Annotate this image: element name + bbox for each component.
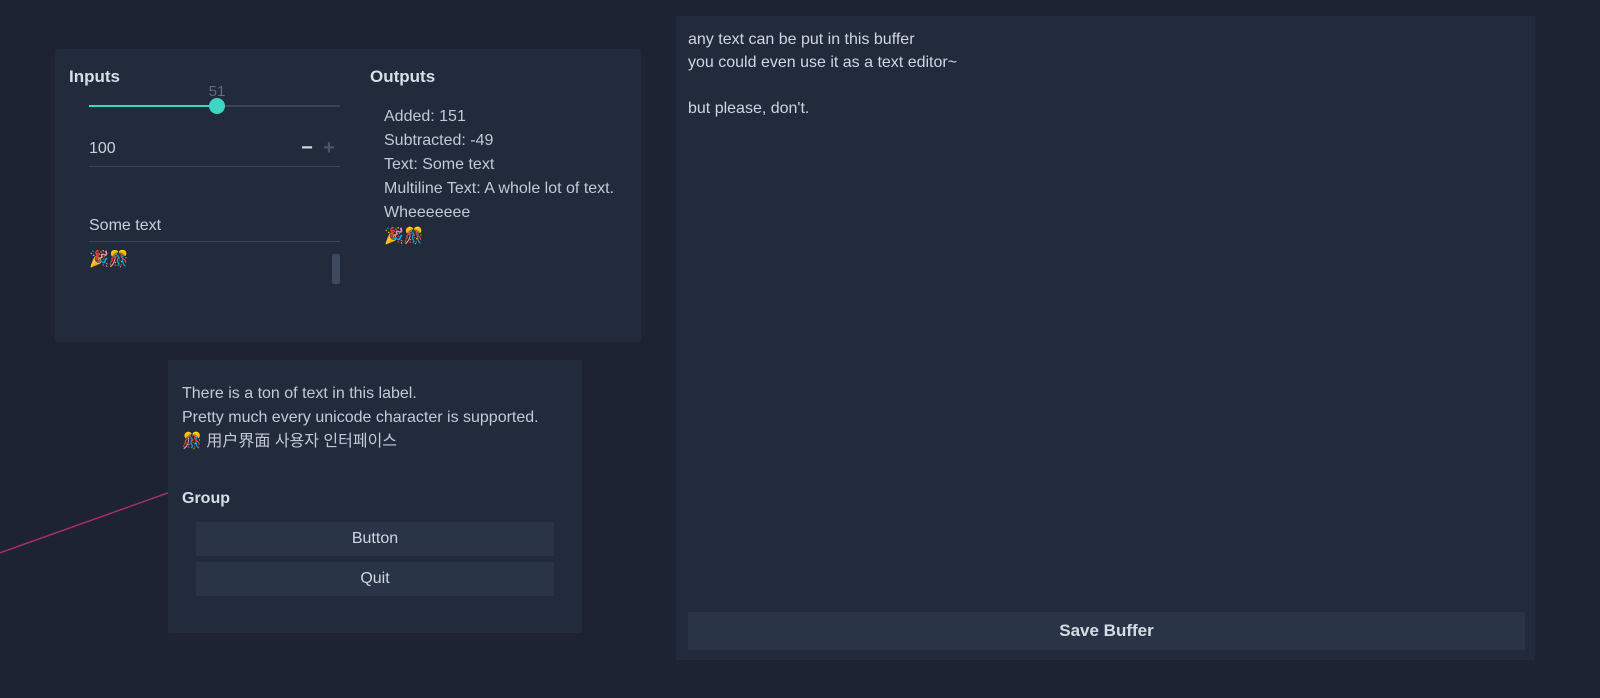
text-input-wrap bbox=[89, 217, 340, 242]
io-panel: Inputs 51 − + Outputs Added: 151 Subtrac… bbox=[55, 49, 641, 342]
output-line: Subtracted: -49 bbox=[384, 129, 627, 153]
button-button[interactable]: Button bbox=[196, 522, 554, 556]
slider-handle[interactable] bbox=[209, 98, 225, 114]
slider[interactable]: 51 bbox=[89, 105, 340, 107]
output-line: Multiline Text: A whole lot of text. bbox=[384, 177, 627, 201]
output-line: Added: 151 bbox=[384, 105, 627, 129]
label-panel: There is a ton of text in this label. Pr… bbox=[168, 360, 582, 633]
stepper-plus-icon[interactable]: + bbox=[318, 137, 340, 160]
output-line: Wheeeeeee bbox=[384, 201, 627, 225]
number-stepper: − + bbox=[89, 137, 340, 167]
quit-button[interactable]: Quit bbox=[196, 562, 554, 596]
unicode-label: There is a ton of text in this label. Pr… bbox=[182, 382, 568, 454]
slider-track bbox=[89, 105, 340, 107]
outputs-list: Added: 151 Subtracted: -49 Text: Some te… bbox=[384, 105, 627, 249]
multiline-input-wrap bbox=[89, 250, 340, 290]
outputs-column: Outputs Added: 151 Subtracted: -49 Text:… bbox=[370, 67, 627, 328]
save-buffer-button[interactable]: Save Buffer bbox=[688, 612, 1525, 650]
scrollbar-thumb[interactable] bbox=[332, 254, 340, 284]
inputs-column: Inputs 51 − + bbox=[69, 67, 370, 328]
text-input[interactable] bbox=[89, 217, 340, 235]
buffer-textarea[interactable] bbox=[688, 28, 1525, 602]
slider-fill bbox=[89, 105, 217, 107]
multiline-input[interactable] bbox=[89, 250, 340, 290]
buffer-panel: Save Buffer bbox=[676, 16, 1535, 660]
stepper-input[interactable] bbox=[89, 140, 296, 158]
group-title: Group bbox=[182, 490, 568, 508]
output-line: 🎉🎊 bbox=[384, 225, 627, 249]
output-line: Text: Some text bbox=[384, 153, 627, 177]
stepper-minus-icon[interactable]: − bbox=[296, 137, 318, 160]
outputs-title: Outputs bbox=[370, 67, 627, 87]
